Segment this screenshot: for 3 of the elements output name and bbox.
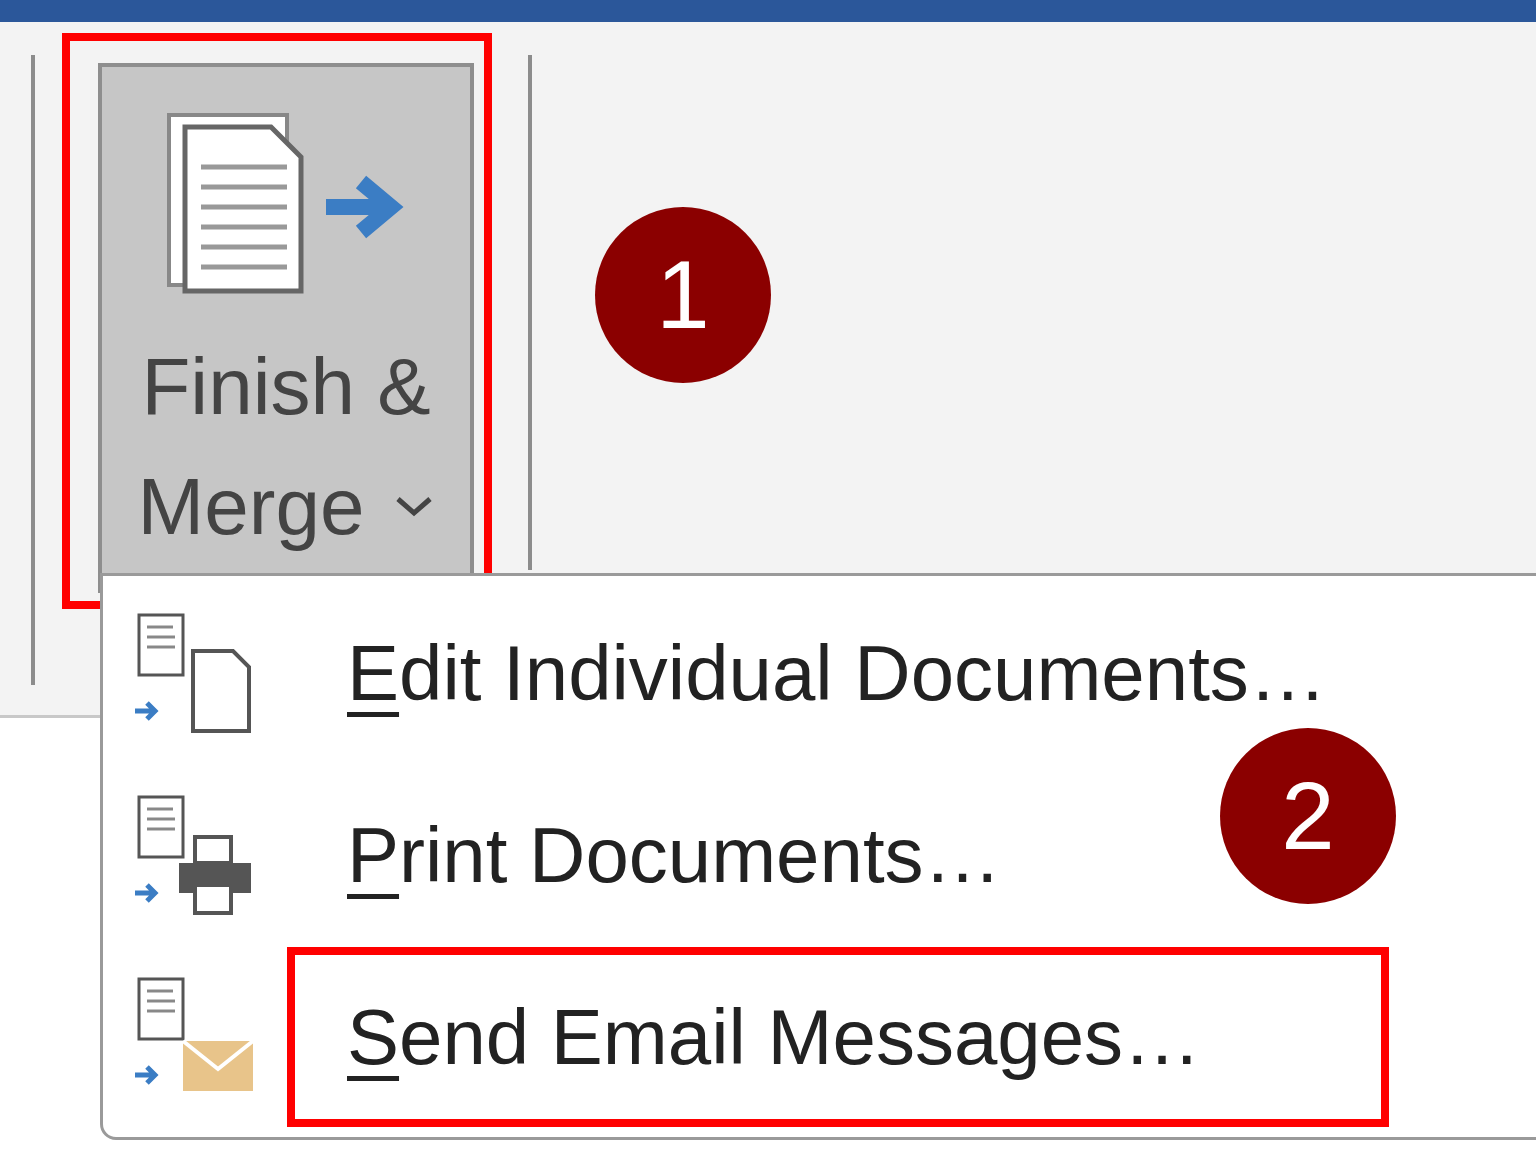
menu-item[interactable]: Send Email Messages… <box>287 947 1390 1127</box>
finish-merge-button[interactable]: Finish & Merge <box>98 63 474 593</box>
menu-item[interactable]: Print Documents… <box>287 765 1190 945</box>
